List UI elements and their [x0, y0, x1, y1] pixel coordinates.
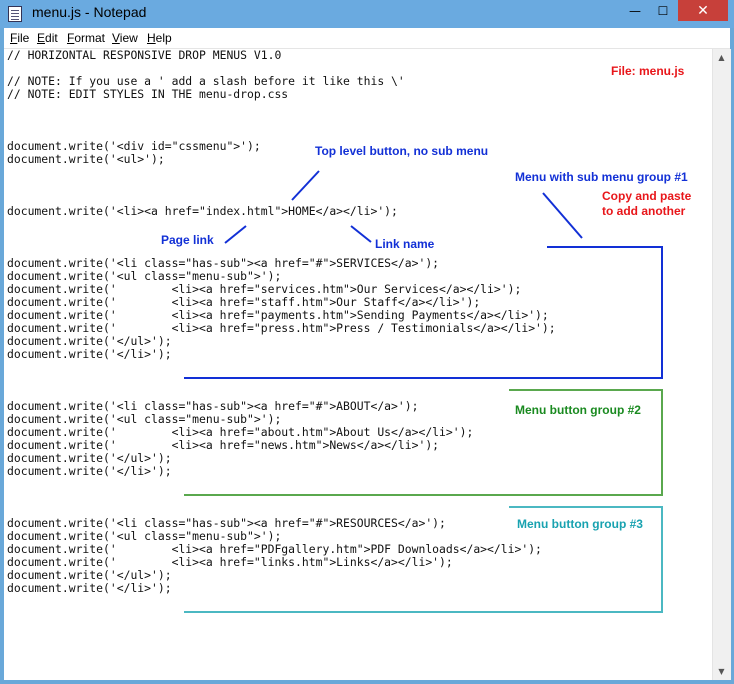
client-area: File Edit Format View Help // HORIZONTAL…	[4, 28, 731, 680]
menu-edit[interactable]: Edit	[37, 31, 58, 45]
menu-help[interactable]: Help	[147, 31, 172, 45]
notepad-icon	[8, 6, 22, 22]
close-button[interactable]: ✕	[678, 0, 728, 21]
top-level-annotation: Top level button, no sub menu	[315, 144, 489, 158]
sub-menu-group1-annotation: Menu with sub menu group #1	[515, 170, 688, 184]
notepad-window: menu.js - Notepad — ☐ ✕ File Edit Format…	[0, 0, 734, 684]
window-title: menu.js - Notepad	[32, 4, 147, 20]
group3-annotation: Menu button group #3	[517, 517, 643, 531]
page-link-annotation: Page link	[161, 233, 214, 247]
copy-paste-annotation-line1: Copy and paste	[602, 189, 692, 203]
menu-format[interactable]: Format	[67, 31, 105, 45]
menu-file[interactable]: File	[10, 31, 29, 45]
file-label: File: menu.js	[611, 64, 685, 78]
scroll-up-icon[interactable]: ▲	[713, 49, 730, 66]
copy-paste-annotation-line2: to add another	[602, 204, 686, 218]
scroll-down-icon[interactable]: ▼	[713, 663, 730, 680]
group2-annotation: Menu button group #2	[515, 403, 641, 417]
menu-bar: File Edit Format View Help	[4, 28, 730, 49]
menu-view[interactable]: View	[112, 31, 138, 45]
maximize-button[interactable]: ☐	[650, 0, 676, 21]
vertical-scrollbar[interactable]: ▲ ▼	[712, 49, 731, 680]
code-text[interactable]: // HORIZONTAL RESPONSIVE DROP MENUS V1.0…	[7, 49, 556, 595]
minimize-button[interactable]: —	[622, 0, 648, 21]
link-name-annotation: Link name	[375, 237, 435, 251]
title-bar[interactable]: menu.js - Notepad — ☐ ✕	[0, 0, 734, 28]
